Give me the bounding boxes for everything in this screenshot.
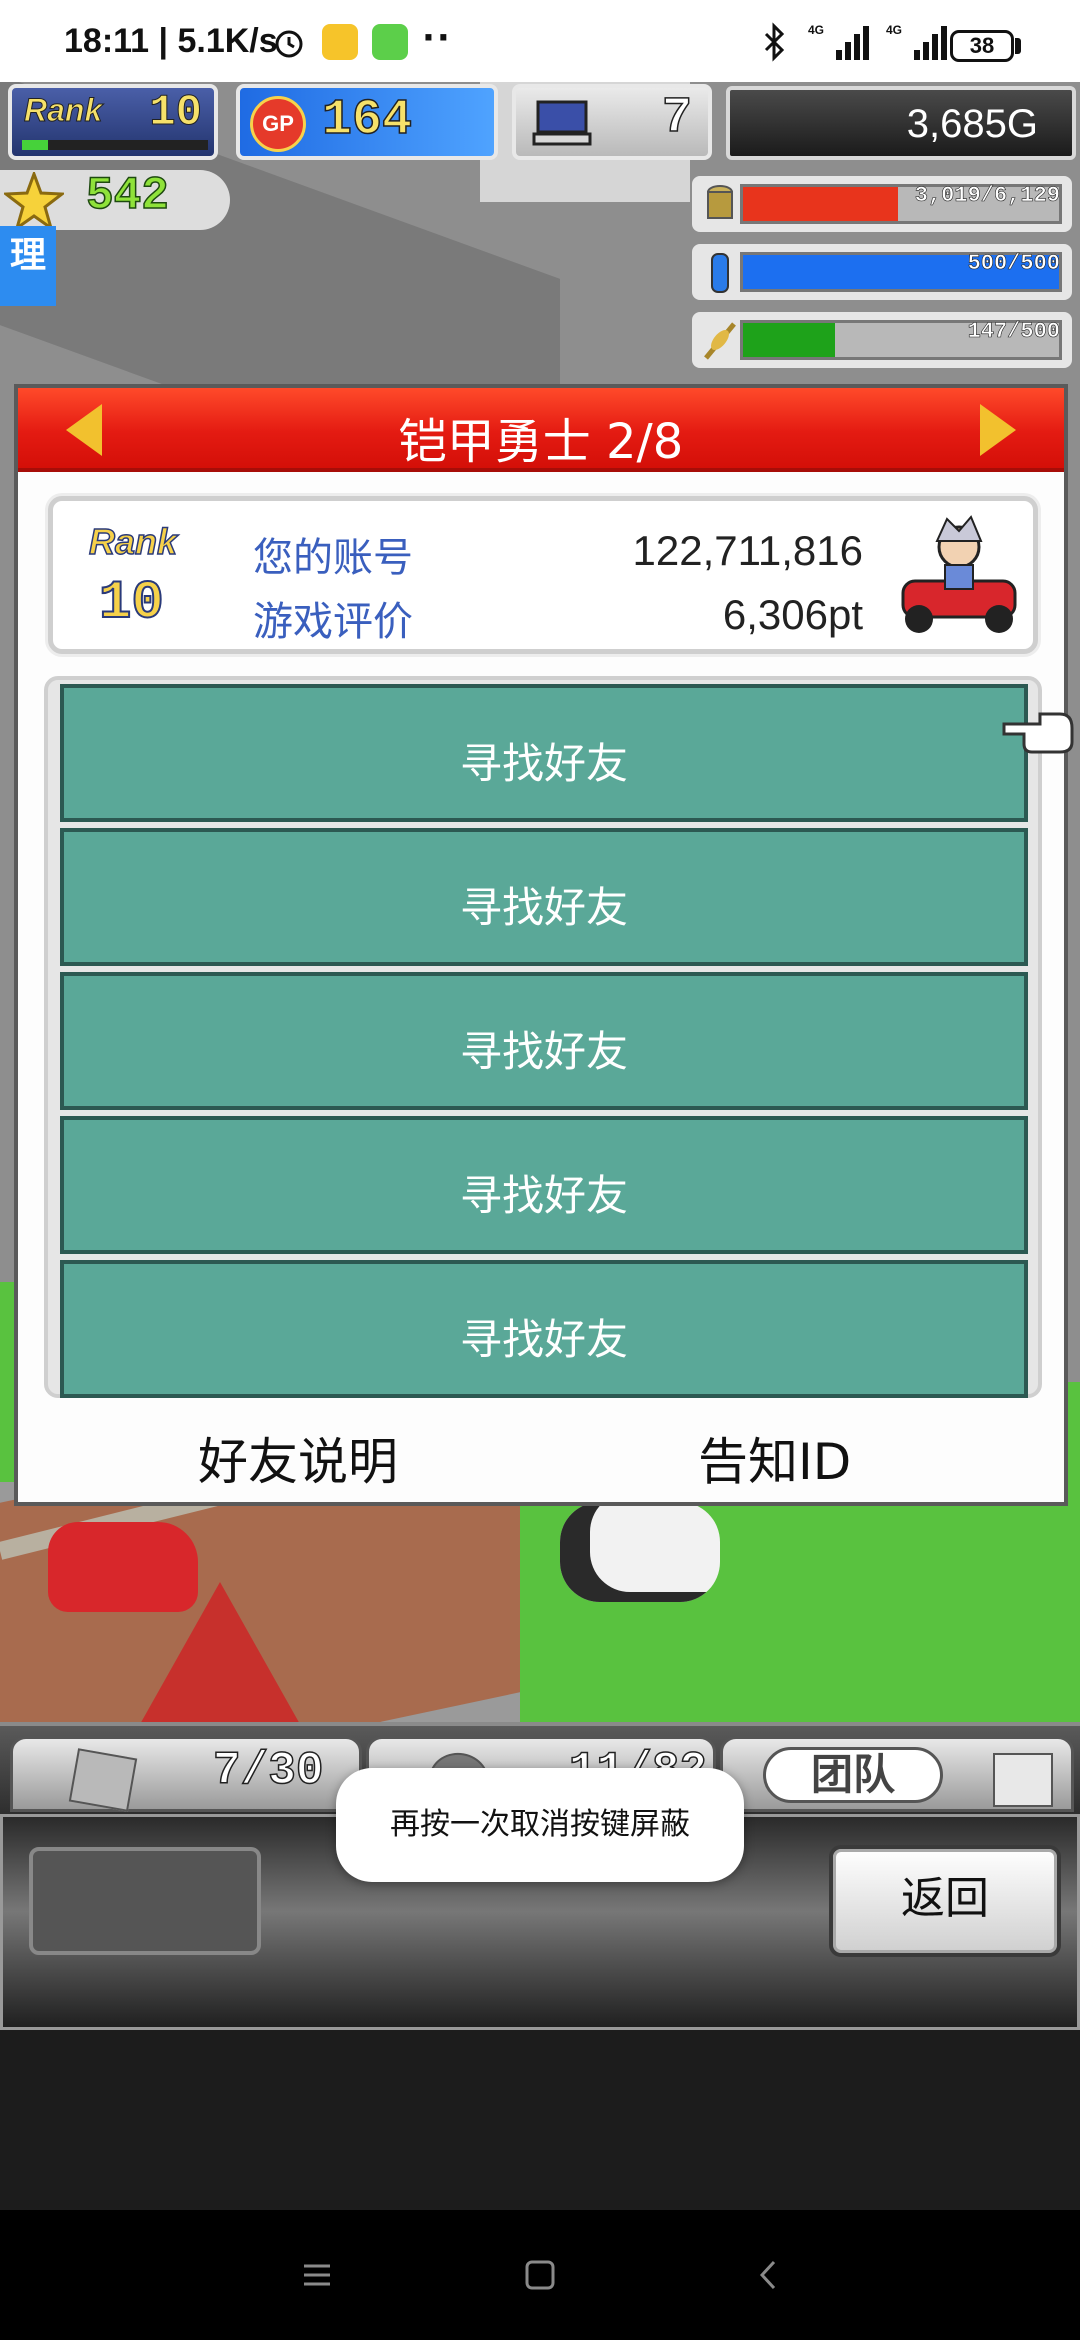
red-roof <box>130 1582 310 1742</box>
find-friend-label: 寻找好友 <box>459 1171 628 1220</box>
tab-storage-value: 7/30 <box>212 1744 324 1798</box>
money-panel: 3,685G <box>726 86 1076 160</box>
next-page-arrow-icon[interactable] <box>980 404 1016 456</box>
back-icon[interactable] <box>744 2250 794 2300</box>
bluetooth-icon <box>764 22 785 62</box>
dialog-header: 铠甲勇士 2/8 <box>18 388 1064 472</box>
money-value: 3,685G <box>906 102 1038 146</box>
rating-value: 6,306pt <box>722 591 863 638</box>
status-time: 18:11 | 5.1K/s <box>64 22 278 60</box>
dialog-title: 铠甲勇士 2/8 <box>398 414 684 470</box>
profile-card: Rank 10 您的账号 122,711,816 游戏评价 6,306pt <box>48 496 1038 654</box>
account-label: 您的账号 <box>253 535 413 581</box>
find-friend-label: 寻找好友 <box>459 1315 628 1364</box>
find-friend-label: 寻找好友 <box>459 883 628 932</box>
cow <box>560 1502 720 1602</box>
notify-id-button[interactable]: 告知ID <box>698 1422 851 1494</box>
find-friend-label: 寻找好友 <box>459 739 628 788</box>
system-nav-bar <box>0 2210 1080 2340</box>
gp-value: 164 <box>321 91 413 150</box>
svg-text:4G: 4G <box>808 23 824 37</box>
pointing-hand-icon <box>1002 712 1074 754</box>
pc-panel[interactable]: 7 <box>512 84 712 160</box>
rank-value: 10 <box>149 88 203 139</box>
gp-panel[interactable]: GP 164 <box>236 84 498 160</box>
find-friend-button[interactable]: 寻找好友 <box>60 972 1028 1110</box>
rank-label: Rank <box>23 92 103 129</box>
fuel-bottle-icon <box>711 253 729 293</box>
driver-face-icon <box>993 1753 1053 1807</box>
find-friend-button[interactable]: 寻找好友 <box>60 1260 1028 1398</box>
signal-4g-icon: 4G <box>808 23 869 60</box>
resource-fuel[interactable]: 500/500 <box>692 244 1072 300</box>
side-label[interactable]: 理 <box>0 226 56 306</box>
battery-indicator: 38 <box>950 30 1014 62</box>
pc-value: 7 <box>661 89 693 148</box>
rank-panel[interactable]: Rank 10 <box>8 84 218 160</box>
find-friend-button[interactable]: 寻找好友 <box>60 684 1028 822</box>
computer-icon <box>532 100 592 146</box>
find-friend-button[interactable]: 寻找好友 <box>60 1116 1028 1254</box>
more-notifications-icon: ·· <box>422 18 452 58</box>
star-icon <box>4 172 64 230</box>
rank-progress-fill <box>22 140 49 150</box>
resource-coins[interactable]: 3,019/6,129 <box>692 176 1072 232</box>
alarm-icon <box>275 30 303 58</box>
find-friend-button[interactable]: 寻找好友 <box>60 828 1028 966</box>
app-notification-icon <box>372 24 408 60</box>
resource-fill <box>743 187 898 221</box>
friend-help-button[interactable]: 好友说明 <box>198 1422 398 1494</box>
tab-storage[interactable]: 7/30 <box>10 1736 362 1812</box>
stars-value: 542 <box>85 169 169 223</box>
resource-grain[interactable]: 147/500 <box>692 312 1072 368</box>
app-notification-icon <box>322 24 358 60</box>
gp-coin-icon: GP <box>250 96 306 152</box>
back-button[interactable]: 返回 <box>829 1845 1061 1957</box>
stars-panel[interactable]: 542 <box>0 169 230 230</box>
home-icon[interactable] <box>515 2250 565 2300</box>
status-bar: 18:11 | 5.1K/s ·· 4G 4G 38 <box>0 0 1080 82</box>
resource-text: 147/500 <box>967 319 1060 345</box>
svg-text:4G: 4G <box>886 23 902 37</box>
profile-rank-value: 10 <box>98 572 165 635</box>
account-value: 122,711,816 <box>632 527 863 574</box>
rank-progress-bar <box>22 140 208 150</box>
resource-fill <box>743 323 835 357</box>
resource-text: 500/500 <box>967 251 1060 277</box>
empty-slot <box>29 1847 261 1955</box>
grain-icon <box>704 322 736 360</box>
empty-area <box>0 2030 1080 2210</box>
toast-message: 再按一次取消按键屏蔽 <box>336 1768 744 1882</box>
kart-driver-avatar <box>901 515 1017 633</box>
resource-text: 3,019/6,129 <box>914 183 1060 209</box>
tab-team[interactable]: 团队 <box>720 1736 1074 1812</box>
menu-icon[interactable] <box>292 2250 342 2300</box>
crate-icon <box>68 1748 138 1812</box>
tab-team-label: 团队 <box>763 1747 943 1803</box>
coin-stack-icon <box>707 185 733 219</box>
find-friend-label: 寻找好友 <box>459 1027 628 1076</box>
signal-4g-icon: 4G <box>886 23 947 60</box>
friend-list: 寻找好友 寻找好友 寻找好友 寻找好友 寻找好友 <box>44 676 1042 1398</box>
battery-tip <box>1015 38 1021 54</box>
friends-dialog: 铠甲勇士 2/8 Rank 10 您的账号 122,711,816 游戏评价 6… <box>14 384 1068 1506</box>
rating-label: 游戏评价 <box>253 599 413 645</box>
profile-rank-label: Rank <box>88 520 178 563</box>
